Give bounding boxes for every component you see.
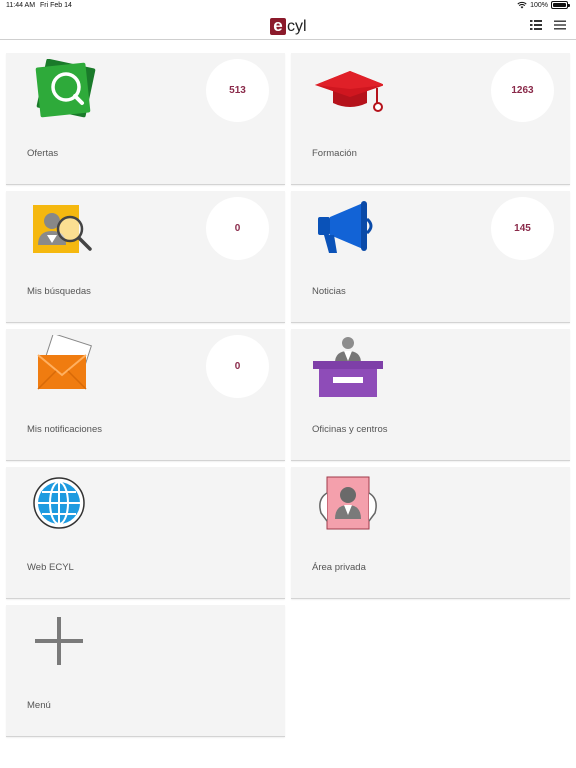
tile-label: Ofertas xyxy=(27,148,59,159)
status-date: Fri Feb 14 xyxy=(40,2,72,9)
list-view-icon[interactable] xyxy=(530,19,542,31)
tile-label: Formación xyxy=(312,148,357,159)
battery-icon xyxy=(551,1,570,9)
count-badge: 1263 xyxy=(491,59,554,122)
tile-label: Noticias xyxy=(312,286,346,297)
person-search-icon xyxy=(33,205,92,253)
globe-icon xyxy=(33,477,85,529)
count-badge: 0 xyxy=(206,197,269,260)
tile-label: Oficinas y centros xyxy=(312,424,388,435)
megaphone-icon xyxy=(318,201,373,253)
battery-percent: 100% xyxy=(530,1,548,9)
graduation-cap-icon xyxy=(315,71,383,112)
logo-letter: e xyxy=(270,17,286,35)
logo-text: cyl xyxy=(287,18,307,35)
office-desk-icon xyxy=(313,337,383,397)
status-bar: 11:44 AM Fri Feb 14 100% xyxy=(0,0,576,12)
tile-label: Área privada xyxy=(312,562,366,573)
envelope-icon xyxy=(37,335,92,390)
status-time: 11:44 AM xyxy=(6,2,36,9)
wifi-icon xyxy=(517,1,527,9)
tile-noticias[interactable]: 145 Noticias xyxy=(291,191,570,323)
status-right: 100% xyxy=(517,1,570,9)
tile-menu[interactable]: Menú xyxy=(6,605,285,737)
tile-label: Mis notificaciones xyxy=(27,424,102,435)
plus-icon xyxy=(35,617,83,665)
tile-label: Mis búsquedas xyxy=(27,286,91,297)
tile-mis-busquedas[interactable]: 0 Mis búsquedas xyxy=(6,191,285,323)
tile-label: Menú xyxy=(27,700,51,711)
private-area-icon xyxy=(319,476,377,530)
ecyl-logo: e cyl xyxy=(270,15,307,35)
count-badge: 145 xyxy=(491,197,554,260)
tile-formacion[interactable]: 1263 Formación xyxy=(291,53,570,185)
tile-label: Web ECYL xyxy=(27,562,74,573)
hamburger-menu-icon[interactable] xyxy=(554,19,566,31)
navigation-bar: e cyl xyxy=(0,12,576,40)
search-offers-icon xyxy=(35,59,96,118)
count-badge: 513 xyxy=(206,59,269,122)
tile-mis-notificaciones[interactable]: 0 Mis notificaciones xyxy=(6,329,285,461)
tile-area-privada[interactable]: Área privada xyxy=(291,467,570,599)
tile-web-ecyl[interactable]: Web ECYL xyxy=(6,467,285,599)
count-badge: 0 xyxy=(206,335,269,398)
tile-oficinas-y-centros[interactable]: Oficinas y centros xyxy=(291,329,570,461)
tile-ofertas[interactable]: 513 Ofertas xyxy=(6,53,285,185)
